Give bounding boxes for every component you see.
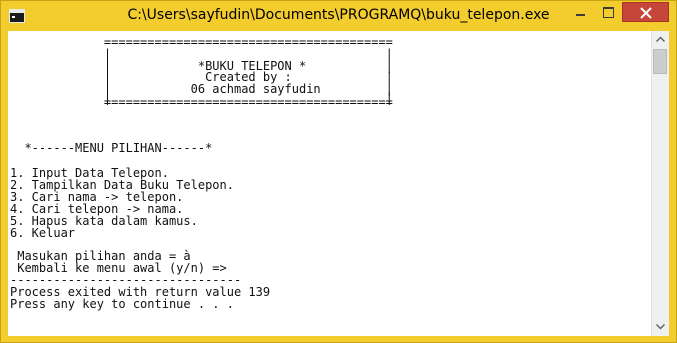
close-icon: [640, 7, 652, 19]
console-output[interactable]: ========================================…: [8, 31, 651, 336]
minimize-button[interactable]: [568, 2, 594, 22]
header-border-bottom: ========================================: [10, 95, 393, 109]
chevron-down-icon: [656, 324, 665, 330]
menu-item: 6. Keluar: [10, 226, 76, 240]
continue-message: Press any key to continue . . .: [10, 297, 234, 311]
vertical-scrollbar[interactable]: [651, 31, 669, 336]
console-client-area: ========================================…: [8, 31, 669, 336]
menu-title: *------MENU PILIHAN------*: [10, 141, 213, 155]
console-window: C:\Users\sayfudin\Documents\PROGRAMQ\buk…: [0, 0, 677, 343]
title-bar[interactable]: C:\Users\sayfudin\Documents\PROGRAMQ\buk…: [1, 1, 676, 31]
scroll-up-button[interactable]: [652, 31, 669, 48]
chevron-up-icon: [656, 36, 665, 42]
close-button[interactable]: [622, 2, 669, 22]
maximize-button[interactable]: [595, 2, 621, 22]
scrollbar-thumb[interactable]: [653, 49, 667, 74]
scroll-down-button[interactable]: [652, 319, 669, 336]
